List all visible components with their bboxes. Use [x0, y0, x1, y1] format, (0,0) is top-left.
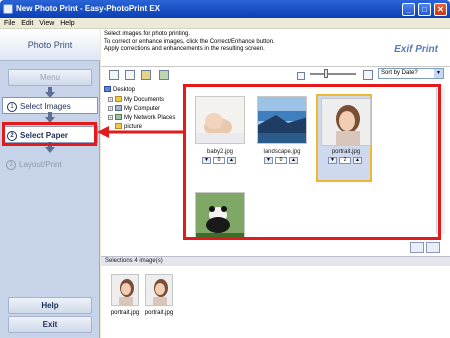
selections-header: Selections 4 image(s)	[101, 256, 450, 266]
title-bar[interactable]: New Photo Print - Easy-PhotoPrint EX _ □…	[0, 0, 450, 18]
step-number: 1	[7, 101, 17, 112]
step-label: Layout/Print	[19, 160, 62, 169]
step-label: Select Images	[20, 102, 71, 111]
chevron-down-icon[interactable]: ▼	[434, 69, 443, 78]
tree-label: My Computer	[124, 106, 161, 112]
selected-image[interactable]: portrait.jpg	[139, 274, 179, 324]
slider-thumb[interactable]	[324, 69, 328, 78]
photo-thumbnail[interactable]	[111, 274, 139, 306]
menu-edit[interactable]: Edit	[21, 18, 33, 29]
computer-icon	[115, 105, 122, 112]
tree-label: My Documents	[124, 97, 165, 103]
instruction-line: To correct or enhance images, click the …	[104, 38, 275, 45]
tree-label: Desktop	[113, 87, 136, 93]
red-arrow	[97, 126, 185, 138]
instruction-line: Apply corrections and enhancements in th…	[104, 46, 265, 52]
step-arrow	[45, 142, 55, 153]
large-thumbnail-icon[interactable]	[363, 70, 373, 80]
tree-item[interactable]: + My Documents	[108, 96, 164, 104]
menu-bar: File Edit View Help	[0, 18, 450, 29]
menu-help[interactable]: Help	[60, 18, 74, 29]
step-layout-print[interactable]: 3 Layout/Print	[2, 156, 98, 173]
view-mode-icon[interactable]	[410, 242, 424, 253]
correct-enhance-icon[interactable]	[159, 70, 169, 80]
expand-icon[interactable]: +	[108, 96, 113, 102]
expand-icon[interactable]: +	[108, 114, 113, 120]
photo-thumbnail[interactable]	[145, 274, 173, 306]
image-grid-highlight	[183, 84, 441, 240]
menu-button[interactable]: Menu	[8, 69, 92, 86]
close-button[interactable]: ✕	[434, 3, 447, 16]
instruction-line: Select images for photo printing.	[104, 31, 191, 37]
menu-file[interactable]: File	[4, 18, 15, 29]
minimize-button[interactable]: _	[402, 3, 415, 16]
tree-label: My Network Places	[124, 115, 176, 121]
maximize-button[interactable]: □	[418, 3, 431, 16]
tree-root[interactable]: Desktop	[104, 86, 135, 94]
exit-button[interactable]: Exit	[8, 316, 92, 333]
grid-view-icon[interactable]	[125, 70, 135, 80]
help-button[interactable]: Help	[8, 297, 92, 314]
network-icon	[115, 114, 122, 121]
instructions: Select images for photo printing. To cor…	[104, 31, 344, 54]
view-mode-icon[interactable]	[426, 242, 440, 253]
view-buttons	[408, 242, 444, 253]
menu-view[interactable]: View	[39, 18, 54, 29]
sort-selected: Sort by Date?	[381, 70, 418, 76]
folder-tree: Desktop + My Documents + My Computer + My N…	[104, 86, 189, 236]
sidebar: Photo Print Menu 1 Select Images 2 Select …	[0, 29, 100, 338]
app-icon	[3, 4, 13, 14]
step-number: 3	[6, 159, 16, 170]
folder-tool-icon[interactable]	[141, 70, 151, 80]
image-filename: portrait.jpg	[144, 310, 174, 316]
sort-dropdown[interactable]: Sort by Date? ▼	[378, 68, 444, 79]
expand-icon[interactable]: +	[108, 105, 113, 111]
window-title: New Photo Print - Easy-PhotoPrint EX	[16, 4, 161, 13]
selections-area: portrait.jpg portrait.jpg	[101, 266, 450, 338]
tree-item[interactable]: + My Network Places	[108, 114, 175, 122]
select-paper-highlight	[2, 122, 97, 146]
thumbnail-size-slider[interactable]	[310, 69, 356, 78]
tree-item[interactable]: + My Computer	[108, 105, 160, 113]
desktop-icon	[104, 86, 111, 93]
sidebar-header: Photo Print	[0, 29, 100, 61]
folder-icon	[115, 96, 122, 103]
exif-print-logo: Exif Print	[394, 44, 438, 55]
select-all-icon[interactable]	[109, 70, 119, 80]
small-thumbnail-icon[interactable]	[297, 72, 305, 80]
